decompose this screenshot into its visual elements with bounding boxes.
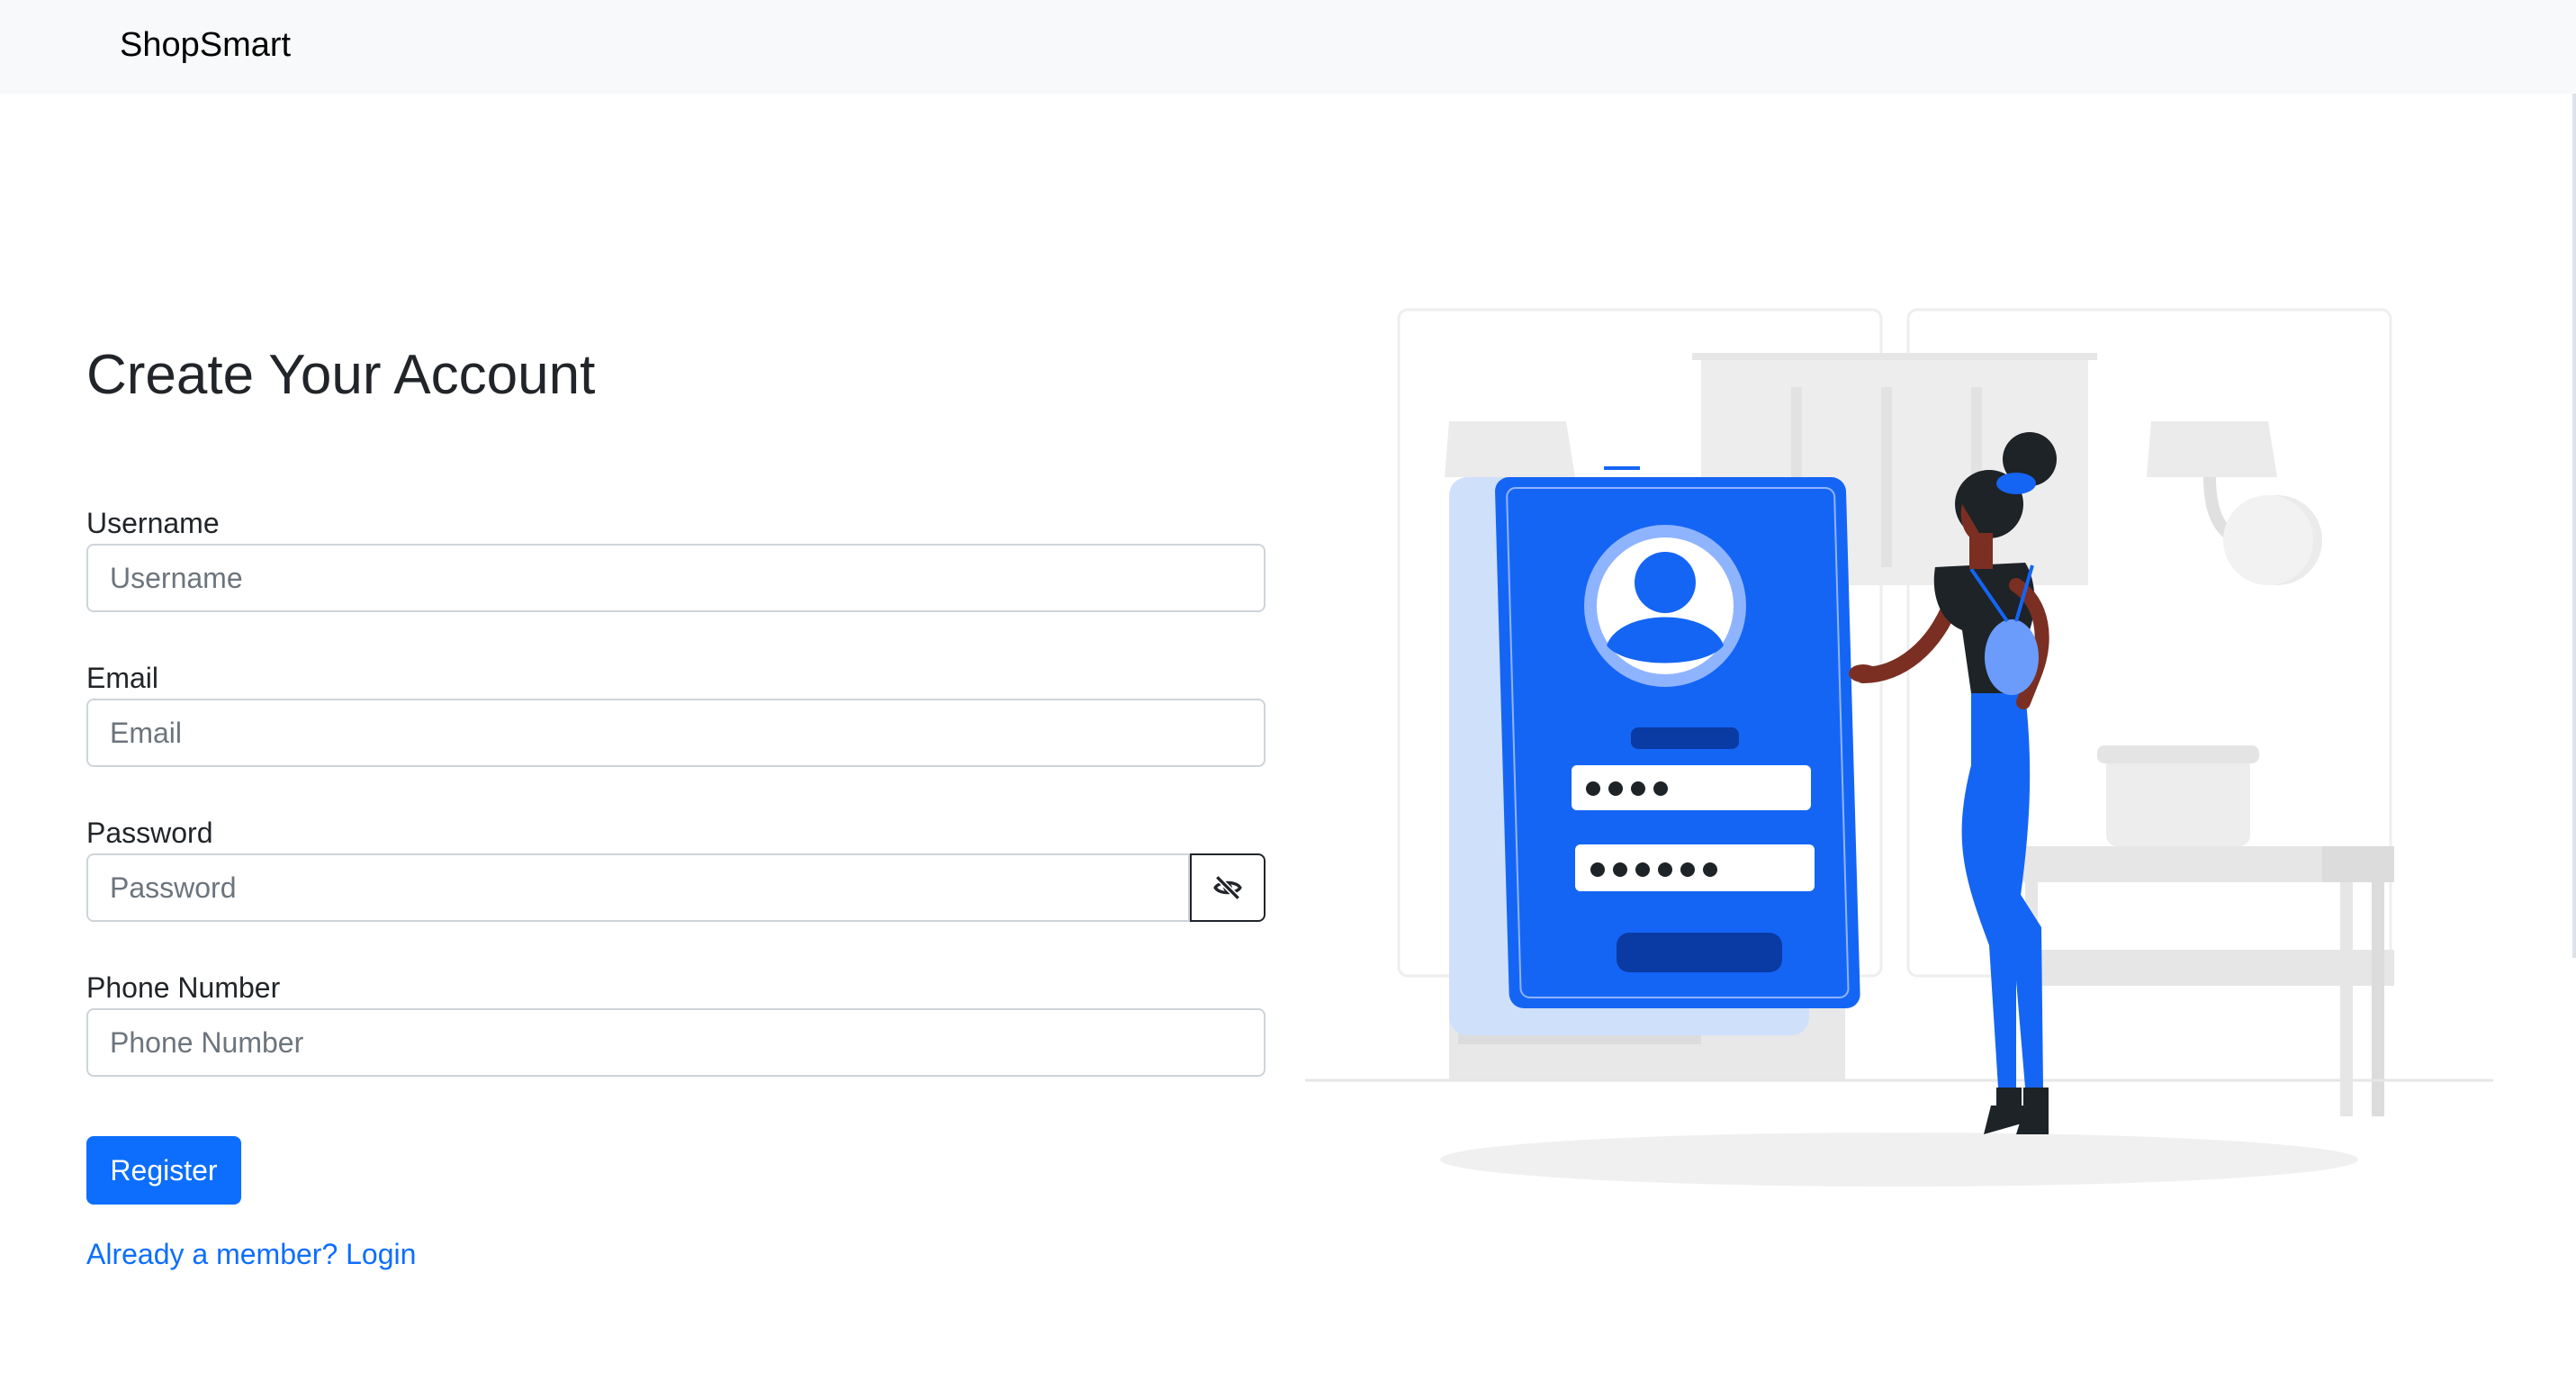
avatar-head <box>1635 552 1696 613</box>
register-button[interactable]: Register <box>86 1136 241 1205</box>
username-label: Username <box>86 507 220 539</box>
phone-label: Phone Number <box>86 971 281 1004</box>
brand-link[interactable]: ShopSmart <box>120 22 291 68</box>
password-input[interactable] <box>86 853 1190 922</box>
phone-field-1 <box>1572 765 1811 810</box>
lamp-left <box>1445 421 1575 477</box>
phone-name-bar <box>1631 727 1739 749</box>
floor-shadow <box>1440 1133 2358 1187</box>
password-group: Password <box>86 814 1265 922</box>
username-group: Username <box>86 504 1265 612</box>
eye-slash-icon <box>1213 875 1242 900</box>
phone-field-2 <box>1575 844 1815 891</box>
illustration-svg <box>1305 308 2493 1187</box>
password-input-group <box>86 853 1265 922</box>
phone-input[interactable] <box>86 1008 1265 1077</box>
person-pants <box>1961 693 2031 1088</box>
lamp-right <box>2147 421 2277 477</box>
page-title: Create Your Account <box>86 344 596 406</box>
registration-illustration <box>1305 297 2493 1206</box>
phone-submit-bar <box>1617 933 1782 972</box>
username-input[interactable] <box>86 544 1265 612</box>
phone-group: Phone Number <box>86 969 1265 1077</box>
email-label: Email <box>86 662 159 694</box>
email-input[interactable] <box>86 699 1265 767</box>
registration-form: Create Your Account Username Email Passw… <box>86 342 1265 1270</box>
navbar: ShopSmart <box>0 0 2576 94</box>
toggle-password-visibility-button[interactable] <box>1190 853 1265 922</box>
curtain-rod <box>1692 353 2097 360</box>
password-label: Password <box>86 817 213 849</box>
email-group: Email <box>86 659 1265 767</box>
page-edge-divider <box>2572 94 2576 958</box>
table-right <box>2007 846 2367 882</box>
person-backpack <box>1985 619 2039 695</box>
login-link[interactable]: Already a member? Login <box>86 1235 416 1273</box>
